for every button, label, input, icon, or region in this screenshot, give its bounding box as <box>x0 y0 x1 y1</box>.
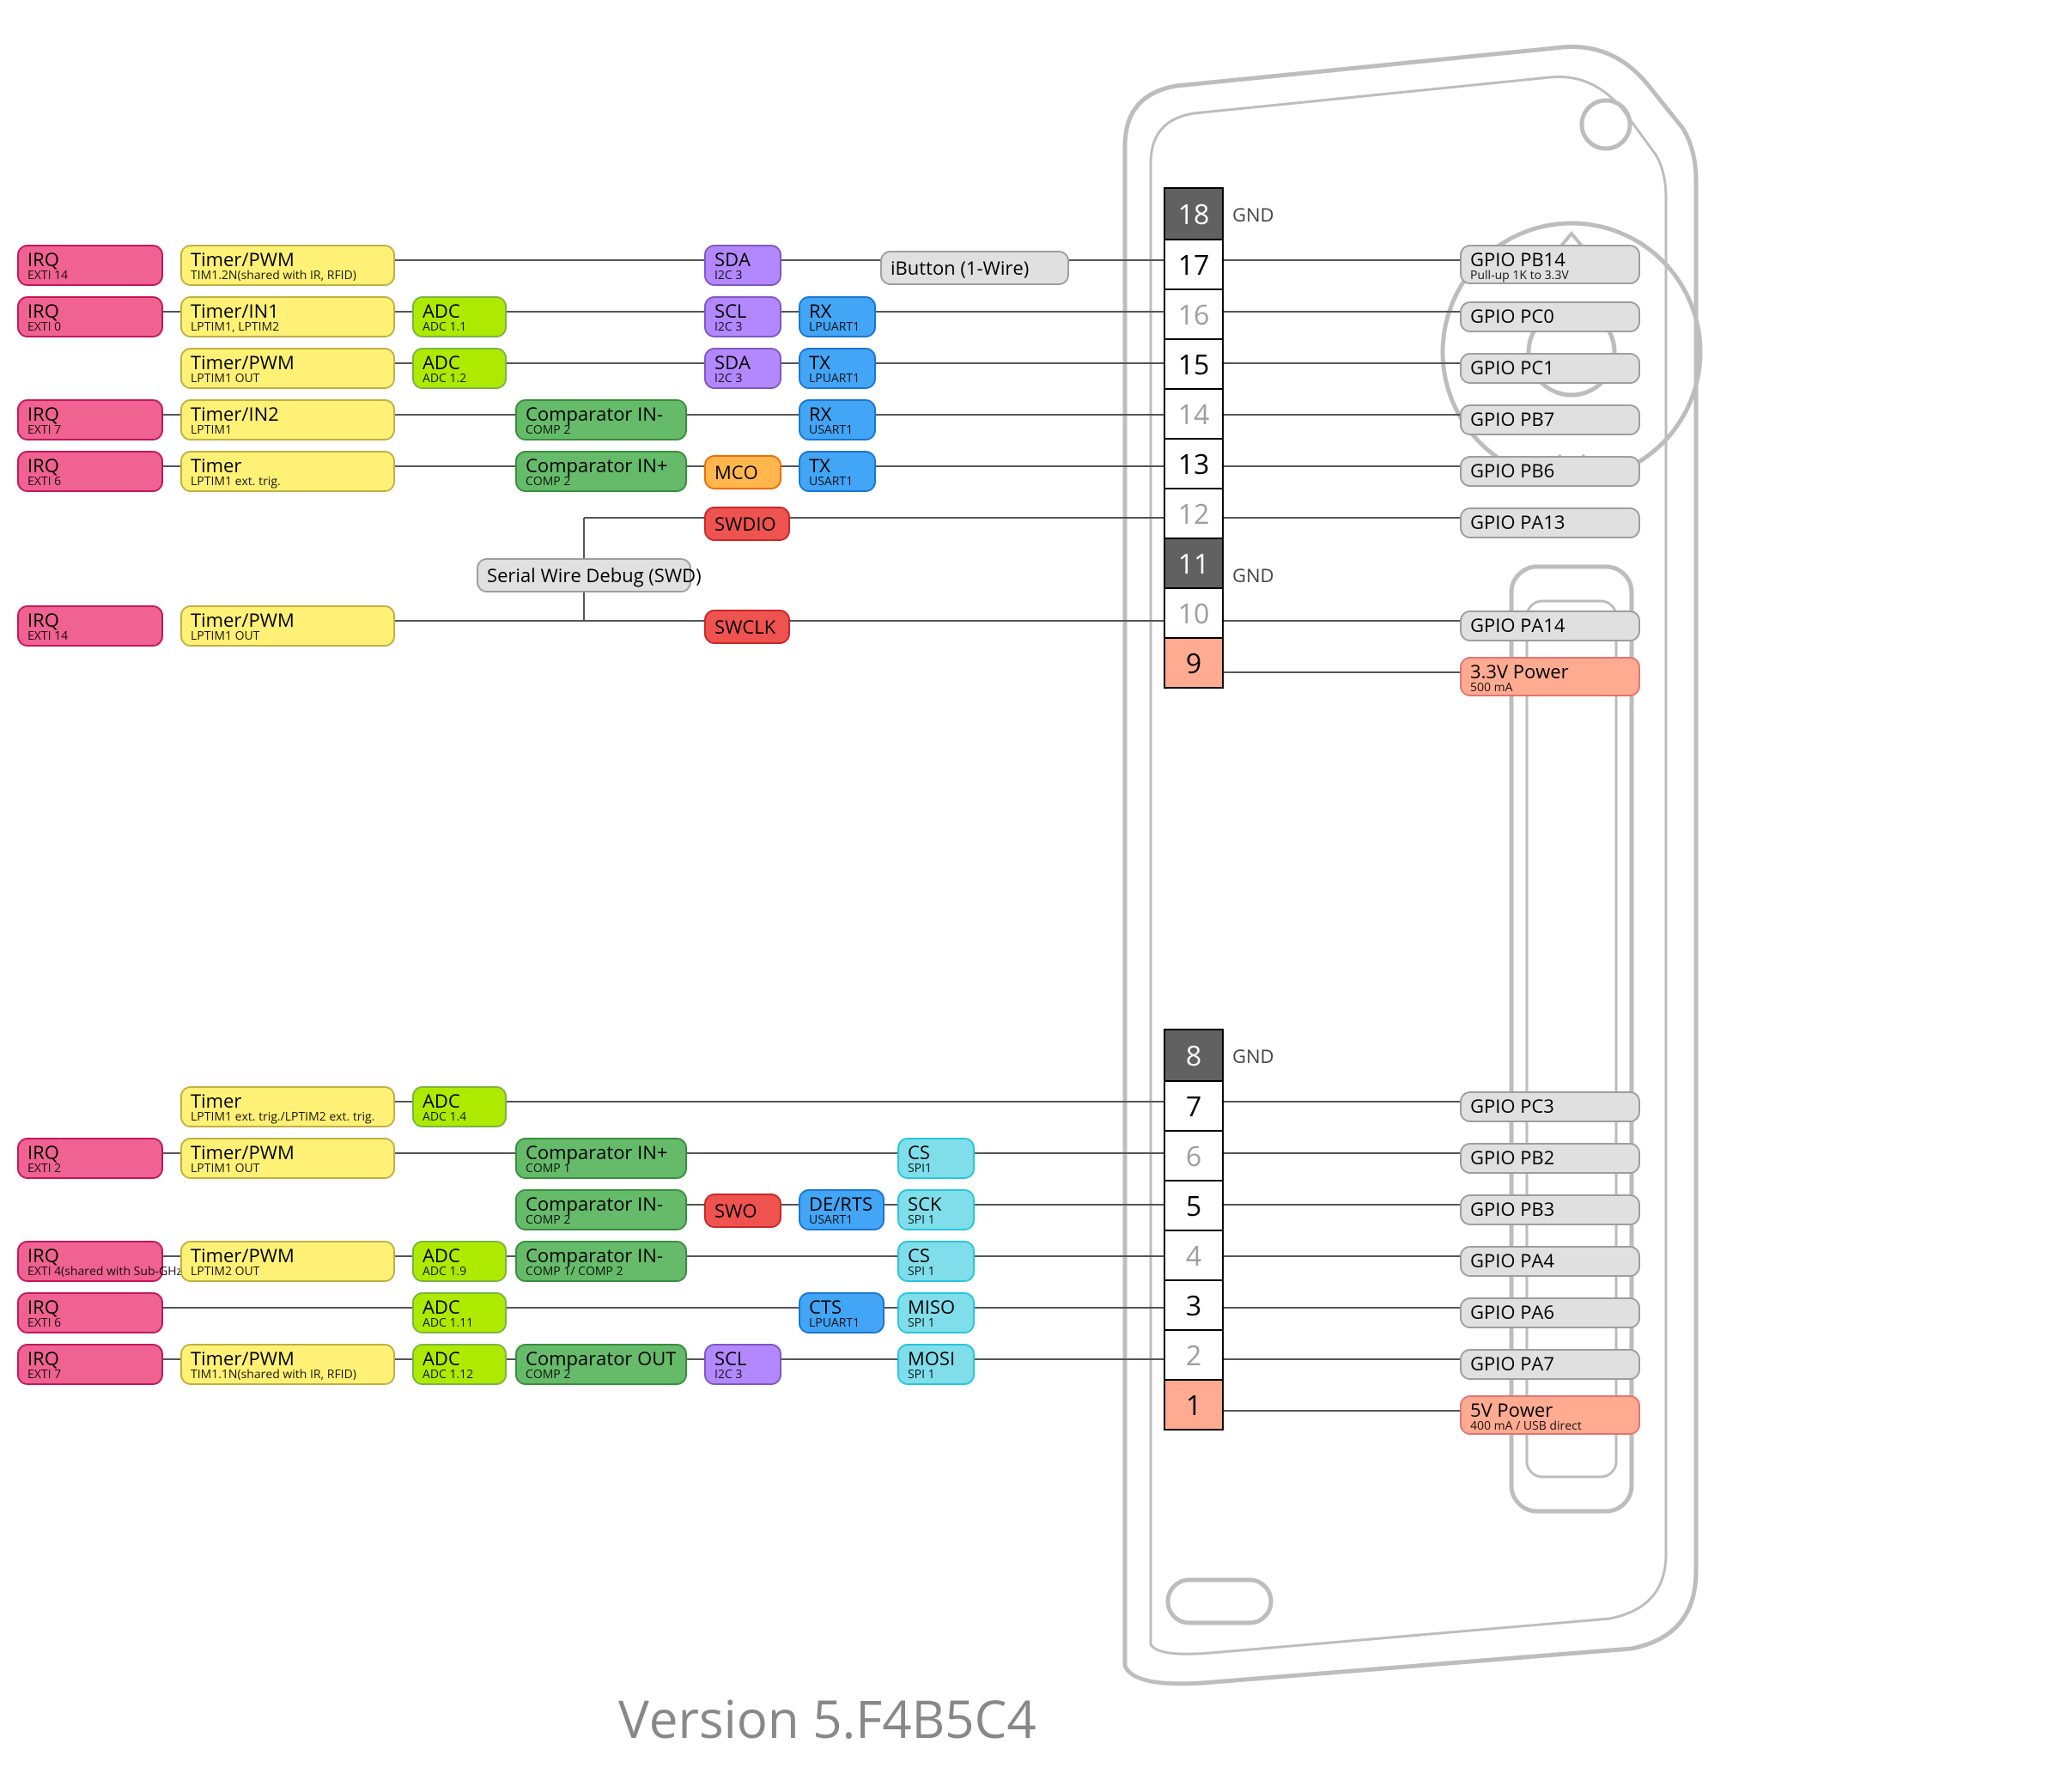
box-tmr10: Timer/PWMLPTIM1 OUT <box>180 605 395 647</box>
box-ibtn: iButton (1-Wire) <box>880 251 1069 285</box>
box-adc3: ADCADC 1.11 <box>412 1292 507 1333</box>
box-cmp13: Comparator IN+COMP 2 <box>515 451 687 492</box>
pin-15: 15 <box>1165 338 1222 388</box>
gpio-p13: GPIO PB6 <box>1460 456 1640 487</box>
box-cmp2: Comparator OUTCOMP 2 <box>515 1344 687 1385</box>
box-swclk: SWCLK <box>704 610 790 644</box>
box-irq3: IRQEXTI 6 <box>17 1292 163 1333</box>
box-tmr15: Timer/PWMLPTIM1 OUT <box>180 348 395 389</box>
pin-1: 1 <box>1165 1379 1222 1429</box>
pin-16: 16 <box>1165 289 1222 338</box>
gnd-label-11: GND <box>1232 562 1274 588</box>
box-tmr16: Timer/IN1LPTIM1, LPTIM2 <box>180 296 395 337</box>
pin-column-bottom: 87654321 <box>1164 1029 1224 1431</box>
gpio-p14: GPIO PB7 <box>1460 404 1640 435</box>
box-irq16: IRQEXTI 0 <box>17 296 163 337</box>
pin-9: 9 <box>1165 637 1222 687</box>
box-mosi2: MOSISPI 1 <box>897 1344 975 1385</box>
gpio-p17: GPIO PB14Pull-up 1K to 3.3V <box>1460 245 1640 284</box>
box-tmr17: Timer/PWMTIM1.2N(shared with IR, RFID) <box>180 245 395 286</box>
box-irq4: IRQEXTI 4(shared with Sub-GHz) <box>17 1241 163 1282</box>
pin-column-top: 1817161514131211109 <box>1164 187 1224 689</box>
box-cmp6: Comparator IN+COMP 1 <box>515 1138 687 1179</box>
box-tmr2: Timer/PWMTIM1.1N(shared with IR, RFID) <box>180 1344 395 1385</box>
pin-12: 12 <box>1165 488 1222 538</box>
box-irq2: IRQEXTI 7 <box>17 1344 163 1385</box>
pin-18: 18 <box>1165 189 1222 239</box>
gpio-p7: GPIO PC3 <box>1460 1091 1640 1122</box>
box-swdio: SWDIO <box>704 507 790 541</box>
pin-4: 4 <box>1165 1230 1222 1279</box>
box-cmp5: Comparator IN-COMP 2 <box>515 1189 687 1230</box>
box-cs4: CSSPI 1 <box>897 1241 975 1282</box>
gpio-p15: GPIO PC1 <box>1460 353 1640 384</box>
pin-2: 2 <box>1165 1329 1222 1379</box>
pin-8: 8 <box>1165 1030 1222 1080</box>
pin-5: 5 <box>1165 1180 1222 1230</box>
box-tmr14: Timer/IN2LPTIM1 <box>180 399 395 440</box>
box-irq6: IRQEXTI 2 <box>17 1138 163 1179</box>
gpio-p4: GPIO PA4 <box>1460 1246 1640 1277</box>
box-tx13: TXUSART1 <box>799 451 876 492</box>
pin-10: 10 <box>1165 587 1222 637</box>
gpio-p1: 5V Power400 mA / USB direct <box>1460 1395 1640 1435</box>
box-adc15: ADCADC 1.2 <box>412 348 507 389</box>
gpio-p10: GPIO PA14 <box>1460 610 1640 641</box>
box-mco13: MCO <box>704 455 781 489</box>
gpio-p12: GPIO PA13 <box>1460 507 1640 538</box>
box-rx16: RXLPUART1 <box>799 296 876 337</box>
box-tmr6: Timer/PWMLPTIM1 OUT <box>180 1138 395 1179</box>
pin-13: 13 <box>1165 438 1222 488</box>
box-cs6: CSSPI1 <box>897 1138 975 1179</box>
gpio-p3: GPIO PA6 <box>1460 1297 1640 1328</box>
box-cmp4: Comparator IN-COMP 1/ COMP 2 <box>515 1241 687 1282</box>
box-irq13: IRQEXTI 6 <box>17 451 163 492</box>
version-text: Version 5.F4B5C4 <box>618 1683 1037 1753</box>
box-irq17: IRQEXTI 14 <box>17 245 163 286</box>
box-tmr4: Timer/PWMLPTIM2 OUT <box>180 1241 395 1282</box>
box-adc2: ADCADC 1.12 <box>412 1344 507 1385</box>
gnd-label-8: GND <box>1232 1043 1274 1069</box>
pin-14: 14 <box>1165 388 1222 438</box>
gnd-label-18: GND <box>1232 202 1274 228</box>
box-miso3: MISOSPI 1 <box>897 1292 975 1333</box>
box-adc7: ADCADC 1.4 <box>412 1086 507 1127</box>
box-swdlbl: Serial Wire Debug (SWD) <box>477 558 691 592</box>
pin-7: 7 <box>1165 1080 1222 1130</box>
box-adc4: ADCADC 1.9 <box>412 1241 507 1282</box>
gpio-p5: GPIO PB3 <box>1460 1194 1640 1225</box>
box-rx14: RXUSART1 <box>799 399 876 440</box>
gpio-p6: GPIO PB2 <box>1460 1143 1640 1174</box>
box-cmp14: Comparator IN-COMP 2 <box>515 399 687 440</box>
gpio-p9: 3.3V Power500 mA <box>1460 657 1640 696</box>
pin-3: 3 <box>1165 1279 1222 1329</box>
box-scl2: SCLI2C 3 <box>704 1344 781 1385</box>
box-sck5: SCKSPI 1 <box>897 1189 975 1230</box>
box-tmr7: TimerLPTIM1 ext. trig./LPTIM2 ext. trig. <box>180 1086 395 1127</box>
box-swo5: SWO <box>704 1194 781 1228</box>
box-irq14: IRQEXTI 7 <box>17 399 163 440</box>
box-derts5: DE/RTSUSART1 <box>799 1189 885 1230</box>
box-cts3: CTSLPUART1 <box>799 1292 885 1333</box>
box-scl16: SCLI2C 3 <box>704 296 781 337</box>
pin-11: 11 <box>1165 538 1222 587</box>
box-irq10: IRQEXTI 14 <box>17 605 163 647</box>
box-sda17: SDAI2C 3 <box>704 245 781 286</box>
pin-17: 17 <box>1165 239 1222 289</box>
gpio-p2: GPIO PA7 <box>1460 1349 1640 1380</box>
gpio-p16: GPIO PC0 <box>1460 301 1640 332</box>
box-adc16: ADCADC 1.1 <box>412 296 507 337</box>
box-tmr13: TimerLPTIM1 ext. trig. <box>180 451 395 492</box>
box-tx15: TXLPUART1 <box>799 348 876 389</box>
pin-6: 6 <box>1165 1130 1222 1180</box>
box-sda15: SDAI2C 3 <box>704 348 781 389</box>
